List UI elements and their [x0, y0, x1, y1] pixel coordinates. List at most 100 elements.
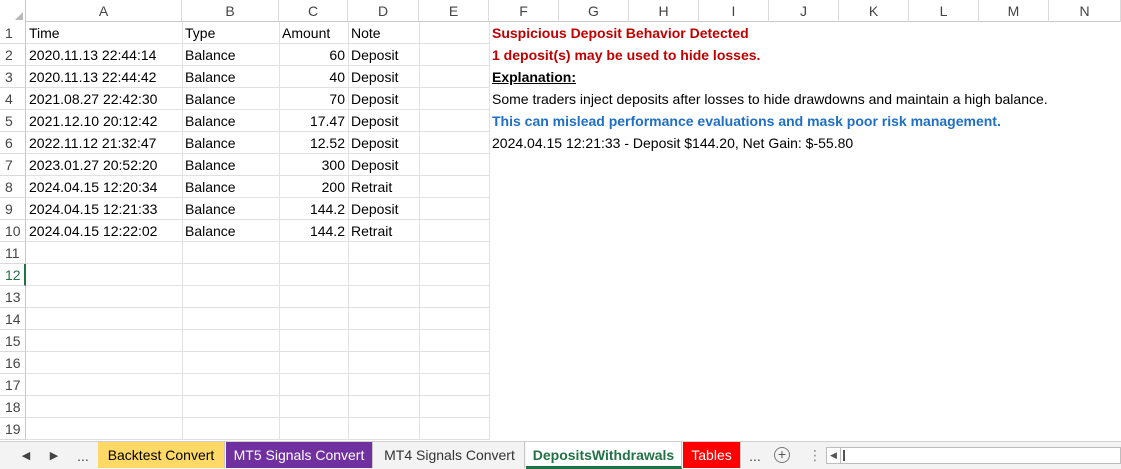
row-header-8[interactable]: 8 [0, 176, 26, 198]
table-cell[interactable]: 144.2 [279, 198, 348, 220]
row-header-19[interactable]: 19 [0, 418, 26, 440]
table-cell[interactable]: Deposit [348, 132, 419, 154]
plus-circle-icon[interactable]: + [774, 447, 790, 463]
table-cell[interactable]: Balance [182, 88, 279, 110]
column-header-b[interactable]: B [182, 0, 279, 22]
table-cell[interactable]: Balance [182, 110, 279, 132]
grid-line-horizontal [26, 263, 489, 264]
table-header-cell[interactable]: Note [348, 22, 419, 44]
table-cell[interactable]: 2022.11.12 21:32:47 [26, 132, 182, 154]
column-header-m[interactable]: M [979, 0, 1049, 22]
row-header-13[interactable]: 13 [0, 286, 26, 308]
row-header-9[interactable]: 9 [0, 198, 26, 220]
table-cell[interactable]: 2020.11.13 22:44:14 [26, 44, 182, 66]
more-tabs-right-button[interactable]: ... [745, 447, 765, 465]
row-header-10[interactable]: 10 [0, 220, 26, 242]
chevron-right-icon[interactable]: ▶ [46, 447, 62, 465]
table-cell[interactable]: 2021.12.10 20:12:42 [26, 110, 182, 132]
row-header-3[interactable]: 3 [0, 66, 26, 88]
select-all-corner[interactable] [0, 0, 26, 22]
table-cell[interactable]: 2020.11.13 22:44:42 [26, 66, 182, 88]
sheet-tab-backtest-convert[interactable]: Backtest Convert [98, 442, 225, 468]
more-tabs-left-button[interactable]: ... [73, 447, 93, 465]
grid-line-horizontal [26, 329, 489, 330]
alert-summary: 1 deposit(s) may be used to hide losses. [492, 47, 761, 63]
table-cell[interactable]: 2024.04.15 12:20:34 [26, 176, 182, 198]
column-header-i[interactable]: I [699, 0, 769, 22]
table-cell[interactable]: Retrait [348, 220, 419, 242]
sheet-tab-depositswithdrawals[interactable]: DepositsWithdrawals [526, 442, 682, 469]
column-header-d[interactable]: D [348, 0, 419, 22]
column-header-h[interactable]: H [629, 0, 699, 22]
sheet-tab-mt4-signals-convert[interactable]: MT4 Signals Convert [375, 442, 525, 468]
table-cell[interactable]: 70 [279, 88, 348, 110]
grid-line-vertical [489, 22, 490, 440]
row-header-14[interactable]: 14 [0, 308, 26, 330]
row-header-5[interactable]: 5 [0, 110, 26, 132]
table-cell[interactable]: 60 [279, 44, 348, 66]
grid-line-horizontal [26, 439, 489, 440]
table-cell[interactable]: 300 [279, 154, 348, 176]
column-header-c[interactable]: C [279, 0, 348, 22]
table-cell[interactable]: Balance [182, 198, 279, 220]
table-cell[interactable]: 144.2 [279, 220, 348, 242]
table-cell[interactable]: 40 [279, 66, 348, 88]
table-cell[interactable]: Balance [182, 44, 279, 66]
table-cell[interactable]: 2023.01.27 20:52:20 [26, 154, 182, 176]
table-cell[interactable]: Deposit [348, 198, 419, 220]
row-header-15[interactable]: 15 [0, 330, 26, 352]
table-cell[interactable]: Deposit [348, 44, 419, 66]
table-cell[interactable]: Deposit [348, 66, 419, 88]
chevron-left-icon[interactable]: ◀ [18, 447, 34, 465]
row-header-12[interactable]: 12 [0, 264, 26, 286]
column-header-a[interactable]: A [26, 0, 182, 22]
table-cell[interactable]: Deposit [348, 154, 419, 176]
table-header-cell[interactable]: Type [182, 22, 279, 44]
row-header-4[interactable]: 4 [0, 88, 26, 110]
column-header-e[interactable]: E [419, 0, 489, 22]
table-cell[interactable]: 2021.08.27 22:42:30 [26, 88, 182, 110]
row-header-11[interactable]: 11 [0, 242, 26, 264]
row-header-2[interactable]: 2 [0, 44, 26, 66]
row-header-7[interactable]: 7 [0, 154, 26, 176]
column-header-l[interactable]: L [909, 0, 979, 22]
splitter-dots-icon[interactable]: ⋮ [808, 446, 822, 464]
table-cell[interactable]: Balance [182, 220, 279, 242]
table-cell[interactable]: Deposit [348, 88, 419, 110]
column-header-n[interactable]: N [1049, 0, 1121, 22]
table-cell[interactable]: Balance [182, 132, 279, 154]
table-cell[interactable]: Balance [182, 66, 279, 88]
spreadsheet-grid[interactable]: A B C D E F G H I J K L M N 1 2 3 4 5 6 7 8 9 10 11 12 13 14 15 16 17 1… [0, 0, 1121, 441]
table-cell[interactable]: 17.47 [279, 110, 348, 132]
warning-text: This can mislead performance evaluations… [492, 113, 1001, 129]
table-cell[interactable]: Retrait [348, 176, 419, 198]
sheet-tab-tables[interactable]: Tables [683, 442, 741, 468]
column-header-f[interactable]: F [489, 0, 559, 22]
table-cell[interactable]: Balance [182, 176, 279, 198]
horizontal-scrollbar[interactable]: ◀ [826, 447, 1121, 464]
table-cell[interactable]: 2024.04.15 12:22:02 [26, 220, 182, 242]
column-header-g[interactable]: G [559, 0, 629, 22]
row-header-1[interactable]: 1 [0, 22, 26, 44]
row-header-17[interactable]: 17 [0, 374, 26, 396]
grid-line-vertical [419, 22, 420, 440]
scroll-left-icon[interactable]: ◀ [827, 448, 841, 463]
grid-line-horizontal [26, 285, 489, 286]
table-cell[interactable]: 12.52 [279, 132, 348, 154]
column-header-k[interactable]: K [839, 0, 909, 22]
scroll-thumb[interactable] [843, 450, 845, 461]
table-header-cell[interactable]: Amount [279, 22, 348, 44]
table-cell[interactable]: 200 [279, 176, 348, 198]
row-header-6[interactable]: 6 [0, 132, 26, 154]
table-cell[interactable]: Balance [182, 154, 279, 176]
sheet-tab-mt5-signals-convert[interactable]: MT5 Signals Convert [226, 442, 373, 468]
detail-text: 2024.04.15 12:21:33 - Deposit $144.20, N… [492, 135, 854, 151]
table-cell[interactable]: 2024.04.15 12:21:33 [26, 198, 182, 220]
row-header-18[interactable]: 18 [0, 396, 26, 418]
row-header-16[interactable]: 16 [0, 352, 26, 374]
column-header-j[interactable]: J [769, 0, 839, 22]
table-header-cell[interactable]: Time [26, 22, 182, 44]
grid-line-horizontal [26, 307, 489, 308]
grid-line-horizontal [26, 351, 489, 352]
table-cell[interactable]: Deposit [348, 110, 419, 132]
